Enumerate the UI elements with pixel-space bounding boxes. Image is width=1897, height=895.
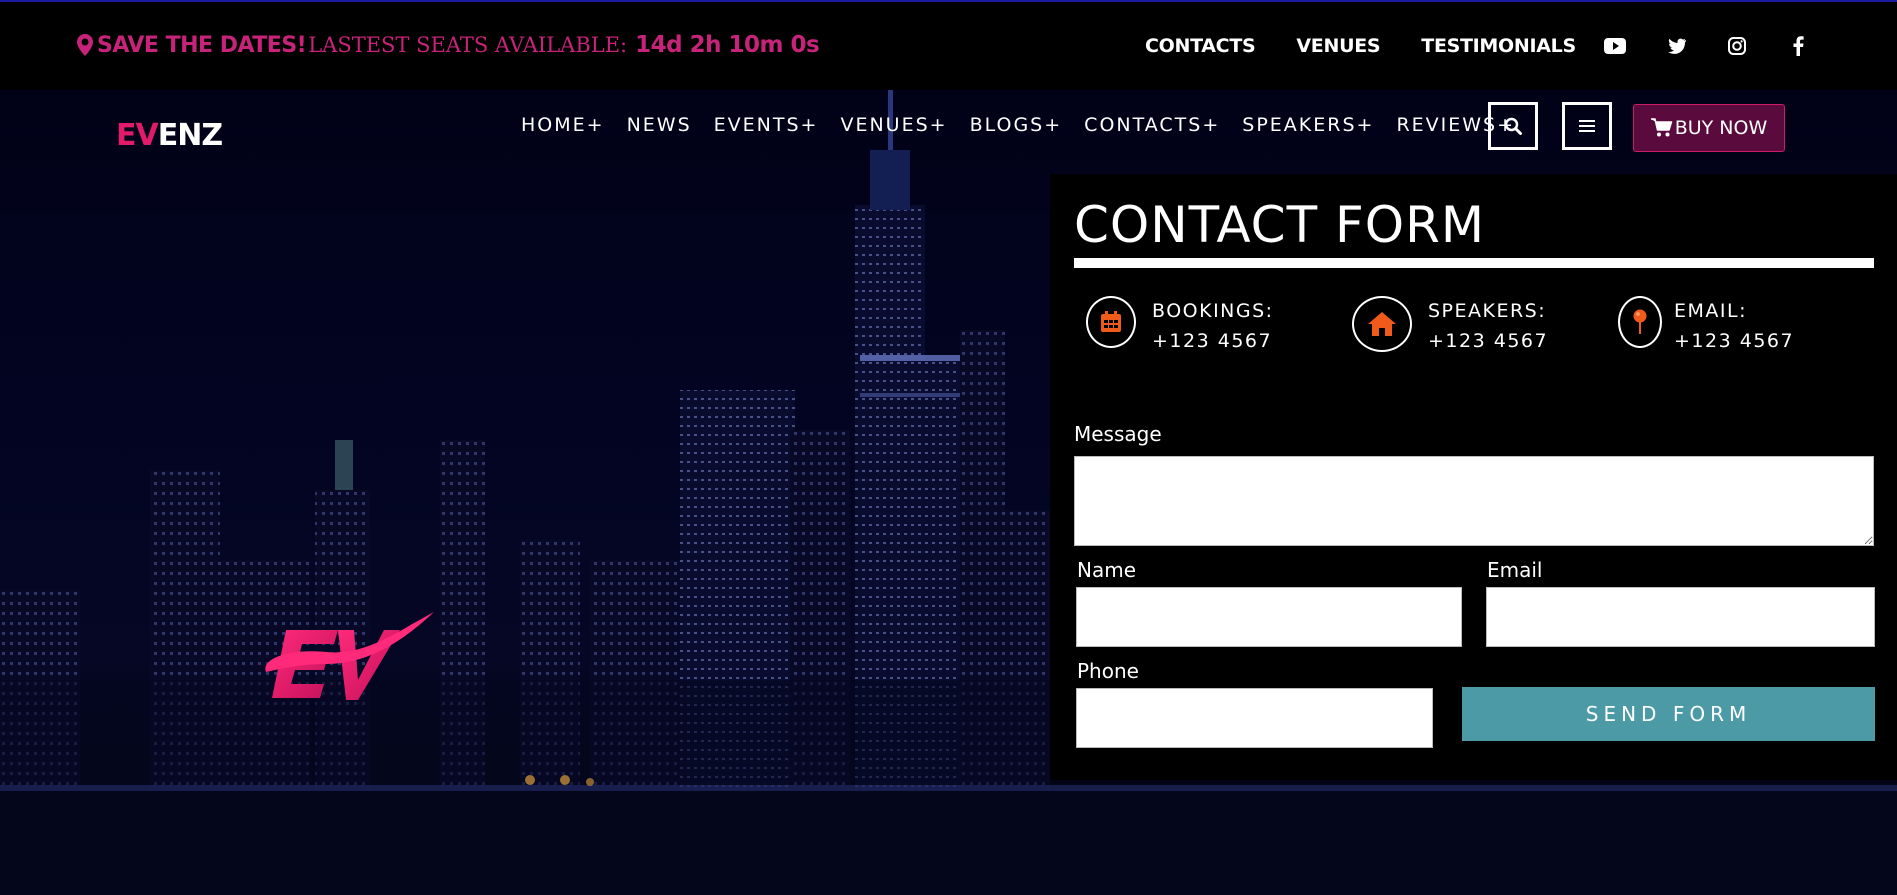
nav-speakers[interactable]: SPEAKERS+ [1242,114,1374,136]
phone-label: Phone [1077,659,1139,683]
info-value: +123 4567 [1674,330,1795,352]
youtube-icon[interactable] [1603,34,1627,58]
nav-venues[interactable]: VENUES+ [840,114,947,136]
home-icon [1352,296,1412,352]
instagram-icon[interactable] [1725,34,1749,58]
info-email: EMAIL: +123 4567 [1618,296,1794,356]
save-the-dates-text: SAVE THE DATES! [97,32,307,58]
info-value: +123 4567 [1428,330,1549,352]
menu-button[interactable] [1562,102,1612,150]
map-pin-icon [77,34,93,56]
hamburger-icon [1579,120,1595,132]
map-pin-icon [1618,296,1662,348]
main-nav: HOME+ NEWS EVENTS+ VENUES+ BLOGS+ CONTAC… [521,114,1537,136]
contact-form-title: CONTACT FORM [1074,196,1485,254]
nav-contacts[interactable]: CONTACTS+ [1084,114,1220,136]
info-value: +123 4567 [1152,330,1273,352]
top-bar: SAVE THE DATES! LASTEST SEATS AVAILABLE:… [0,0,1897,90]
countdown-timer: 14d 2h 10m 0s [635,32,820,58]
nav-events[interactable]: EVENTS+ [714,114,819,136]
name-label: Name [1077,558,1137,582]
top-link-testimonials[interactable]: TESTIMONIALS [1421,35,1576,57]
info-speakers: SPEAKERS: +123 4567 [1352,296,1548,356]
nav-news[interactable]: NEWS [627,114,692,136]
message-label: Message [1074,422,1162,446]
top-link-venues[interactable]: VENUES [1296,35,1380,57]
search-icon [1504,117,1522,135]
promo-banner: SAVE THE DATES! LASTEST SEATS AVAILABLE:… [76,32,820,58]
cart-icon [1650,118,1672,137]
nav-blogs[interactable]: BLOGS+ [970,114,1063,136]
twitter-icon[interactable] [1664,34,1688,58]
title-underline [1074,258,1874,268]
social-links [1603,34,1847,58]
site-logo[interactable]: EVENZ [116,118,223,153]
info-label: BOOKINGS: [1152,300,1274,322]
info-bookings: BOOKINGS: +123 4567 [1086,296,1274,356]
email-field[interactable] [1486,587,1875,647]
phone-field[interactable] [1076,688,1433,748]
buy-now-button[interactable]: BUY NOW [1633,104,1785,152]
search-button[interactable] [1488,102,1538,150]
top-links: CONTACTS VENUES TESTIMONIALS [1145,35,1617,57]
seats-text: LASTEST SEATS AVAILABLE: [308,33,628,57]
send-form-button[interactable]: SEND FORM [1462,687,1875,741]
name-field[interactable] [1076,587,1462,647]
nav-home[interactable]: HOME+ [521,114,605,136]
calendar-icon [1086,296,1136,348]
email-label: Email [1487,558,1543,582]
facebook-icon[interactable] [1786,34,1810,58]
contact-form-panel: CONTACT FORM BOOKINGS: +123 4567 SPEAKERS… [1050,174,1897,780]
top-link-contacts[interactable]: CONTACTS [1145,35,1256,57]
info-label: SPEAKERS: [1428,300,1547,322]
info-label: EMAIL: [1674,300,1747,322]
message-field[interactable] [1074,456,1874,546]
evenz-logo-mark [265,612,434,700]
